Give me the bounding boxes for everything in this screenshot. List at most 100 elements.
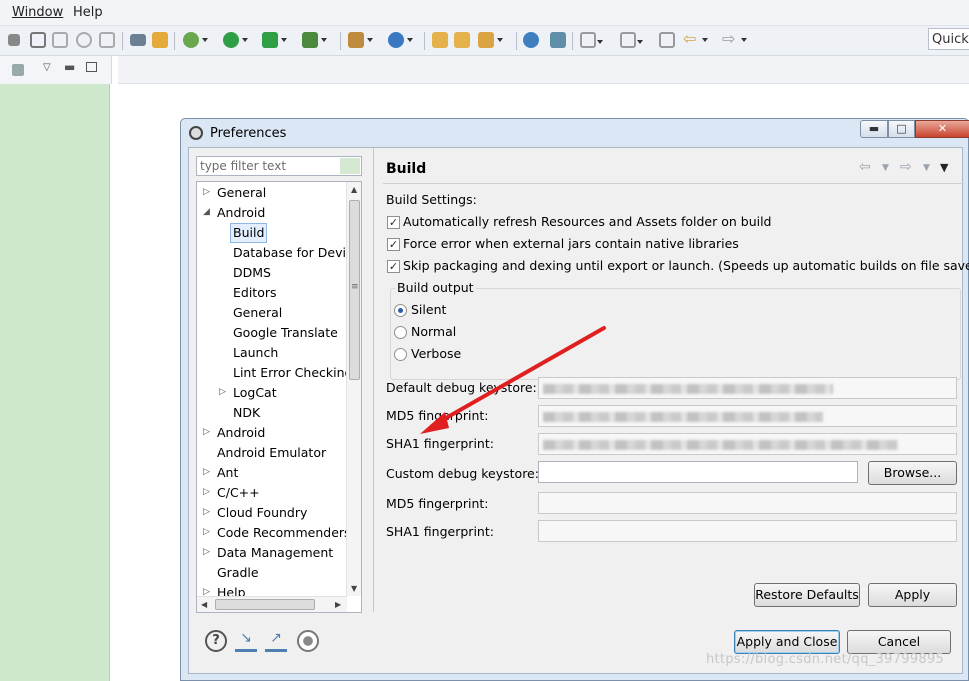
chevron-down-icon[interactable]: ▼ — [882, 163, 889, 173]
browse-button[interactable]: Browse... — [868, 461, 957, 485]
next-annotation-icon[interactable] — [580, 32, 603, 48]
clear-filter-icon[interactable] — [340, 158, 360, 174]
prev-annotation-icon[interactable] — [620, 32, 643, 48]
refresh-resources-label[interactable]: Automatically refresh Resources and Asse… — [403, 214, 772, 229]
tree-item[interactable]: ▷ Cloud Foundry — [197, 503, 347, 523]
tree-item[interactable]: ▷ Code Recommenders — [197, 523, 347, 543]
tree-item[interactable]: Android Emulator — [197, 443, 347, 463]
silent-radio[interactable] — [394, 304, 407, 317]
collapsed-twisty-icon[interactable]: ▷ — [219, 383, 229, 401]
collapsed-twisty-icon[interactable]: ▷ — [203, 483, 213, 501]
apply-button[interactable]: Apply — [868, 583, 957, 607]
export-icon[interactable]: ↗ — [265, 630, 287, 652]
tree-item[interactable]: ▷ Android — [197, 423, 347, 443]
tree-item[interactable]: Build — [197, 223, 347, 243]
normal-radio[interactable] — [394, 326, 407, 339]
wand-icon[interactable] — [152, 32, 168, 48]
tree-item[interactable]: Launch — [197, 343, 347, 363]
step-icon[interactable] — [52, 32, 68, 48]
external-tools-icon[interactable] — [302, 32, 327, 48]
tree-item[interactable]: NDK — [197, 403, 347, 423]
close-button[interactable]: ✕ — [915, 120, 969, 138]
tree-item[interactable]: ▷ Ant — [197, 463, 347, 483]
scroll-left-icon[interactable]: ◀ — [201, 600, 207, 609]
run-config-icon[interactable] — [262, 32, 287, 48]
minimize-button[interactable]: ▬ — [860, 120, 888, 138]
pane-sash[interactable] — [373, 148, 374, 612]
refresh-icon[interactable] — [76, 32, 92, 48]
help-icon[interactable]: ? — [205, 630, 227, 652]
globe-icon[interactable] — [523, 32, 539, 48]
expanded-twisty-icon[interactable]: ◢ — [203, 203, 213, 221]
open-file-icon[interactable] — [454, 32, 470, 48]
tree-item[interactable]: ▷ C/C++ — [197, 483, 347, 503]
menu-help[interactable]: Help — [73, 5, 103, 20]
force-error-label[interactable]: Force error when external jars contain n… — [403, 236, 739, 251]
collapsed-twisty-icon[interactable]: ▷ — [203, 523, 213, 541]
last-edit-icon[interactable] — [659, 32, 675, 48]
minimize-icon[interactable]: ▬ — [64, 60, 75, 74]
collapsed-twisty-icon[interactable]: ▷ — [203, 423, 213, 441]
tree-item[interactable]: ▷ Data Management — [197, 543, 347, 563]
view-menu-icon[interactable] — [12, 64, 24, 76]
tree-horizontal-scrollbar[interactable]: ◀ ▶ — [197, 596, 347, 612]
tree-item[interactable]: General — [197, 303, 347, 323]
scroll-up-icon[interactable]: ▲ — [351, 185, 357, 194]
search-icon[interactable] — [550, 32, 566, 48]
forward-icon[interactable]: ⇨ — [722, 31, 747, 48]
disconnect-icon[interactable] — [99, 32, 115, 48]
force-error-checkbox[interactable]: ✓ — [387, 238, 400, 251]
new-package-icon[interactable] — [348, 32, 373, 48]
tree-item[interactable]: Editors — [197, 283, 347, 303]
debug-icon[interactable] — [183, 32, 208, 48]
scroll-right-icon[interactable]: ▶ — [335, 600, 341, 609]
collapsed-twisty-icon[interactable]: ▷ — [203, 183, 213, 201]
custom-keystore-input[interactable] — [538, 461, 858, 483]
menu-window[interactable]: Window — [12, 5, 63, 20]
view-menu-icon[interactable]: ▼ — [940, 161, 948, 174]
quick-access-input[interactable]: Quick — [928, 28, 969, 50]
tree-vertical-scrollbar[interactable]: ▲ ≡ ▼ — [346, 182, 361, 596]
run-icon[interactable] — [223, 32, 248, 48]
collapsed-twisty-icon[interactable]: ▷ — [203, 503, 213, 521]
scroll-thumb[interactable] — [215, 599, 315, 610]
normal-label[interactable]: Normal — [411, 324, 456, 339]
tree-item[interactable]: ▷ LogCat — [197, 383, 347, 403]
chevron-down-icon[interactable]: ▽ — [43, 62, 51, 73]
tree-item[interactable]: Google Translate — [197, 323, 347, 343]
collapsed-twisty-icon[interactable]: ▷ — [203, 583, 213, 596]
tree-item[interactable]: ▷ Help — [197, 583, 347, 596]
list-icon[interactable] — [130, 34, 146, 46]
connect-icon[interactable] — [30, 32, 46, 48]
back-nav-icon[interactable]: ⇦ — [859, 159, 871, 175]
tree-item[interactable]: Lint Error Checking — [197, 363, 347, 383]
pencil-icon[interactable] — [478, 32, 503, 48]
silent-label[interactable]: Silent — [411, 302, 446, 317]
maximize-icon[interactable] — [86, 62, 97, 72]
skip-packaging-label[interactable]: Skip packaging and dexing until export o… — [403, 258, 969, 273]
dialog-titlebar[interactable]: Preferences ▬ □ ✕ — [181, 119, 969, 147]
open-folder-icon[interactable] — [432, 32, 448, 48]
forward-nav-icon[interactable]: ⇨ — [900, 159, 912, 175]
stop-icon[interactable] — [8, 34, 20, 46]
refresh-resources-checkbox[interactable]: ✓ — [387, 216, 400, 229]
apply-and-close-button[interactable]: Apply and Close — [734, 630, 840, 654]
restore-defaults-button[interactable]: Restore Defaults — [754, 583, 860, 607]
cancel-button[interactable]: Cancel — [847, 630, 951, 654]
record-icon[interactable] — [297, 630, 319, 652]
import-icon[interactable]: ↘ — [235, 630, 257, 652]
tree-item[interactable]: Database for Devic — [197, 243, 347, 263]
new-class-icon[interactable] — [388, 32, 413, 48]
tree-item[interactable]: ▷ General — [197, 183, 347, 203]
scroll-down-icon[interactable]: ▼ — [351, 584, 357, 593]
collapsed-twisty-icon[interactable]: ▷ — [203, 463, 213, 481]
verbose-label[interactable]: Verbose — [411, 346, 461, 361]
tree-item[interactable]: Gradle — [197, 563, 347, 583]
collapsed-twisty-icon[interactable]: ▷ — [203, 543, 213, 561]
back-icon[interactable]: ⇦ — [683, 31, 708, 48]
skip-packaging-checkbox[interactable]: ✓ — [387, 260, 400, 273]
tree-item[interactable]: ◢ Android — [197, 203, 347, 223]
verbose-radio[interactable] — [394, 348, 407, 361]
filter-input[interactable]: type filter text — [196, 156, 362, 176]
chevron-down-icon[interactable]: ▼ — [923, 163, 930, 173]
